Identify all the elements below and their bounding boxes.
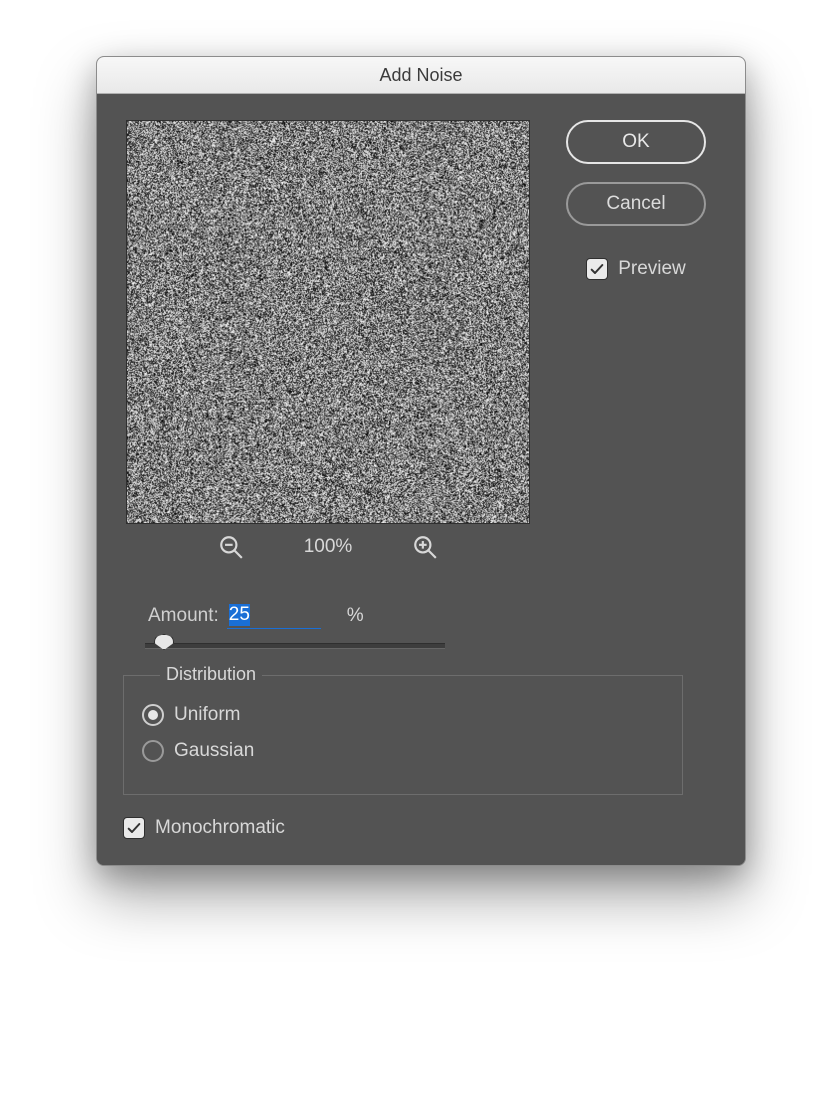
radio-gaussian[interactable]: Gaussian (142, 740, 664, 762)
amount-row: Amount: % (126, 602, 530, 629)
ok-button[interactable]: OK (566, 120, 706, 164)
monochromatic-checkbox[interactable]: Monochromatic (123, 817, 285, 839)
cancel-button[interactable]: Cancel (566, 182, 706, 226)
radio-label: Uniform (174, 704, 241, 726)
amount-unit: % (347, 605, 364, 627)
cancel-button-label: Cancel (606, 193, 665, 215)
amount-input[interactable] (227, 602, 321, 629)
zoom-controls: 100% (126, 534, 530, 560)
zoom-in-icon[interactable] (412, 534, 438, 560)
noise-preview[interactable] (126, 120, 530, 524)
radio-icon (142, 740, 164, 762)
amount-slider[interactable] (145, 643, 445, 649)
radio-uniform[interactable]: Uniform (142, 704, 664, 726)
distribution-legend: Distribution (160, 664, 262, 685)
preview-checkbox[interactable]: Preview (586, 258, 686, 280)
distribution-group: Distribution Uniform Gaussian (123, 675, 683, 795)
radio-label: Gaussian (174, 740, 254, 762)
dialog-body: 100% Amount: % (97, 94, 745, 865)
titlebar[interactable]: Add Noise (97, 57, 745, 94)
checkbox-icon (123, 817, 145, 839)
radio-icon (142, 704, 164, 726)
checkbox-icon (586, 258, 608, 280)
amount-label: Amount: (148, 605, 219, 627)
dialog-title: Add Noise (379, 65, 462, 86)
preview-label: Preview (618, 258, 686, 280)
zoom-level: 100% (304, 536, 353, 558)
monochromatic-label: Monochromatic (155, 817, 285, 839)
zoom-out-icon[interactable] (218, 534, 244, 560)
ok-button-label: OK (622, 131, 649, 153)
add-noise-dialog: Add Noise 100% (96, 56, 746, 866)
